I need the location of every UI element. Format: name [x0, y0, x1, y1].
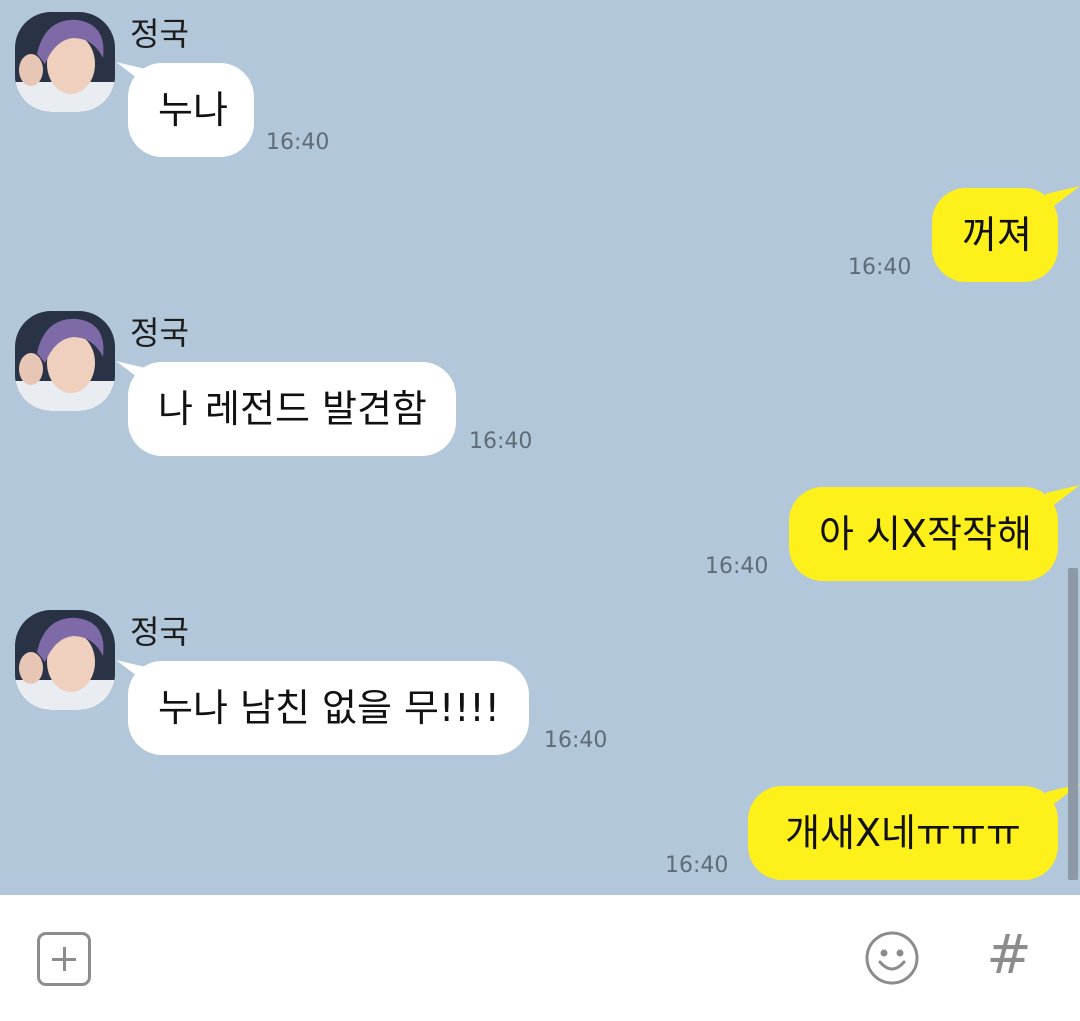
incoming-message-bubble[interactable]: 누나: [128, 63, 254, 157]
bubble-tail: [1046, 186, 1080, 212]
outgoing-message-bubble[interactable]: 개새X네ㅠㅠㅠ: [748, 786, 1058, 880]
sender-avatar[interactable]: [15, 311, 115, 411]
incoming-message-bubble[interactable]: 누나 남친 없을 무!!!!: [128, 661, 529, 755]
message-timestamp: 16:40: [469, 429, 533, 454]
plus-icon[interactable]: [37, 932, 91, 986]
message-timestamp: 16:40: [544, 728, 608, 753]
sender-name: 정국: [130, 314, 189, 352]
message-timestamp: 16:40: [848, 255, 912, 280]
outgoing-message-bubble[interactable]: 꺼져: [932, 188, 1058, 282]
sender-name: 정국: [130, 613, 189, 651]
message-timestamp: 16:40: [266, 130, 330, 155]
scrollbar[interactable]: [1068, 568, 1078, 880]
hash-icon[interactable]: #: [984, 925, 1034, 985]
chat-message-area[interactable]: 정국 누나 16:40 꺼져 16:40 정국 나 레전드 발견함 16:40 …: [0, 0, 1080, 895]
sender-name: 정국: [130, 15, 189, 53]
incoming-message-bubble[interactable]: 나 레전드 발견함: [128, 362, 456, 456]
sender-avatar[interactable]: [15, 610, 115, 710]
message-input-bar: #: [0, 895, 1080, 1021]
message-timestamp: 16:40: [705, 554, 769, 579]
outgoing-message-bubble[interactable]: 아 시X작작해: [789, 487, 1058, 581]
message-timestamp: 16:40: [665, 853, 729, 878]
sender-avatar[interactable]: [15, 12, 115, 112]
emoji-icon[interactable]: [864, 930, 920, 986]
bubble-tail: [1046, 485, 1080, 511]
